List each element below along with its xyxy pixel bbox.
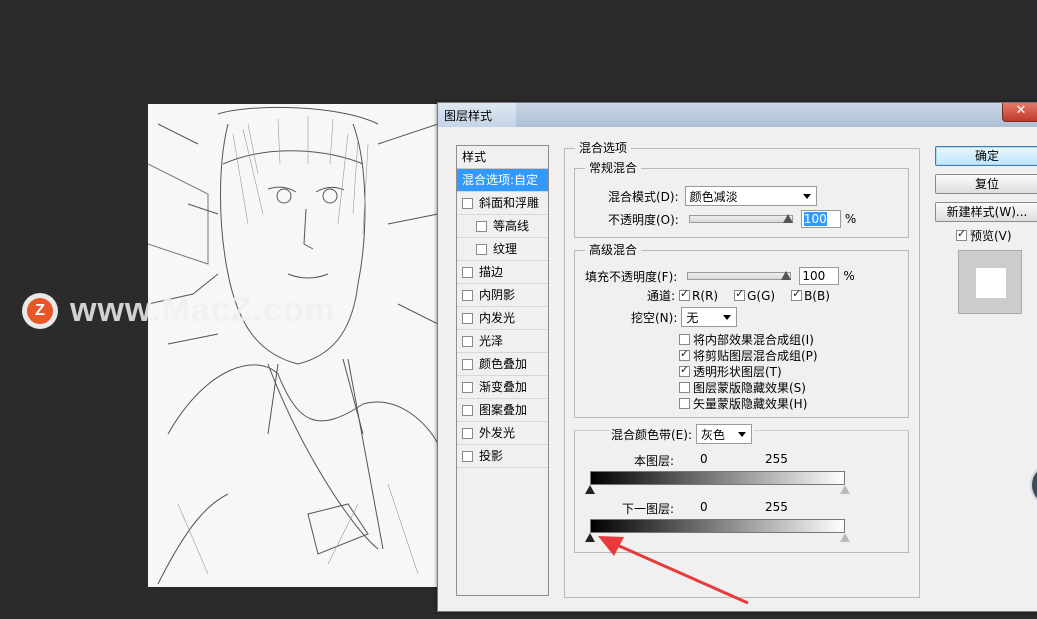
chevron-down-icon — [738, 432, 746, 437]
style-item-drop-shadow[interactable]: 投影 — [457, 445, 548, 468]
underlying-high-value: 255 — [765, 500, 788, 514]
channel-g-checkbox[interactable] — [734, 287, 746, 301]
fill-opacity-input[interactable]: 100 — [799, 267, 840, 285]
underlying-layer-gradient — [590, 519, 845, 533]
opacity-input[interactable]: 100 — [800, 210, 841, 228]
channel-b-label: B(B) — [804, 288, 830, 303]
style-item-bevel-emboss[interactable]: 斜面和浮雕 — [457, 192, 548, 215]
layer-mask-hides-effects-checkbox[interactable] — [679, 382, 690, 393]
color-overlay-checkbox[interactable] — [462, 358, 473, 370]
knockout-select[interactable]: 无 — [681, 307, 738, 327]
drop-shadow-checkbox[interactable] — [462, 450, 473, 462]
watermark: Z www.MacZ.com — [22, 291, 336, 330]
this-layer-black-slider[interactable] — [585, 485, 595, 494]
fill-opacity-percent: % — [843, 269, 855, 283]
close-button[interactable]: ✕ — [1002, 103, 1037, 122]
blend-mode-label: 混合模式(D): — [608, 189, 679, 204]
opacity-slider-thumb[interactable] — [782, 214, 793, 223]
this-layer-gradient — [590, 471, 845, 485]
transparency-shapes-checkbox[interactable] — [679, 363, 690, 377]
underlying-layer-label: 下一图层: — [622, 502, 675, 516]
underlying-low-value: 0 — [700, 500, 708, 514]
chevron-down-icon — [802, 194, 811, 199]
style-item-contour[interactable]: 等高线 — [457, 215, 548, 238]
fill-opacity-slider-thumb[interactable] — [781, 271, 792, 280]
preview-label: 预览(V) — [970, 229, 1012, 243]
underlying-white-slider[interactable] — [840, 533, 850, 542]
canvas-image — [148, 104, 438, 587]
chevron-down-icon — [723, 315, 732, 320]
blend-clipped-layers-checkbox[interactable] — [679, 347, 690, 361]
advanced-blending-title: 高级混合 — [585, 243, 642, 257]
channel-r-checkbox[interactable] — [679, 287, 691, 301]
satin-checkbox[interactable] — [462, 335, 473, 347]
gradient-overlay-checkbox[interactable] — [462, 381, 473, 393]
fill-opacity-label: 填充不透明度(F): — [585, 269, 678, 284]
channel-g-label: G(G) — [747, 288, 776, 303]
blend-mode-select[interactable]: 颜色减淡 — [684, 186, 817, 206]
general-blending-group: 常规混合 混合模式(D): 颜色减淡 不透明度(O): 100 % — [574, 161, 909, 238]
blend-options-title: 混合选项 — [575, 141, 632, 155]
reset-button[interactable]: 复位 — [935, 174, 1037, 194]
style-item-texture[interactable]: 纹理 — [457, 238, 548, 261]
style-item-blend-options[interactable]: 混合选项:自定 — [457, 169, 548, 192]
blend-if-select[interactable]: 灰色 — [696, 424, 752, 444]
watermark-logo: Z — [22, 292, 58, 329]
opacity-slider[interactable] — [688, 214, 793, 223]
style-item-gradient-overlay[interactable]: 渐变叠加 — [457, 376, 548, 399]
opacity-label: 不透明度(O): — [608, 212, 679, 227]
contour-checkbox[interactable] — [476, 220, 487, 232]
inner-shadow-checkbox[interactable] — [462, 289, 473, 301]
pattern-overlay-checkbox[interactable] — [462, 404, 473, 416]
blend-interior-effects-checkbox[interactable] — [679, 334, 690, 345]
ok-button[interactable]: 确定 — [935, 146, 1037, 166]
this-layer-label: 本图层: — [634, 454, 675, 468]
dialog-title: 图层样式 — [438, 103, 516, 127]
general-blending-title: 常规混合 — [585, 161, 642, 175]
texture-checkbox[interactable] — [476, 243, 487, 255]
sketch-portrait — [148, 106, 438, 585]
advanced-blending-group: 高级混合 填充不透明度(F): 100 % 通道: R(R) G(G) B(B)… — [574, 243, 909, 418]
inner-glow-checkbox[interactable] — [462, 312, 473, 324]
watermark-text: www.MacZ.com — [70, 291, 336, 329]
styles-list: 样式 混合选项:自定 斜面和浮雕 等高线 纹理 描边 内阴影 内发光 光泽 颜色… — [456, 145, 549, 596]
blend-if-group: 混合颜色带(E): 灰色 本图层: 0 255 下一图层: 0 255 — [574, 424, 909, 553]
style-item-pattern-overlay[interactable]: 图案叠加 — [457, 399, 548, 422]
channel-r-label: R(R) — [692, 288, 719, 303]
underlying-black-slider[interactable] — [585, 533, 595, 542]
style-preview-swatch — [958, 250, 1022, 314]
vector-mask-hides-effects-checkbox[interactable] — [679, 398, 690, 409]
knockout-label: 挖空(N): — [631, 310, 678, 325]
opacity-percent: % — [844, 212, 857, 226]
style-item-inner-glow[interactable]: 内发光 — [457, 307, 548, 330]
new-style-button[interactable]: 新建样式(W)... — [935, 202, 1037, 222]
channel-b-checkbox[interactable] — [791, 287, 803, 301]
this-layer-low-value: 0 — [700, 452, 708, 466]
style-item-color-overlay[interactable]: 颜色叠加 — [457, 353, 548, 376]
stroke-checkbox[interactable] — [462, 266, 473, 278]
this-layer-white-slider[interactable] — [840, 485, 850, 494]
layer-style-dialog: 图层样式 ✕ 样式 混合选项:自定 斜面和浮雕 等高线 纹理 描边 内阴影 内发… — [437, 102, 1037, 612]
fill-opacity-slider[interactable] — [687, 271, 792, 280]
this-layer-high-value: 255 — [765, 452, 788, 466]
style-item-satin[interactable]: 光泽 — [457, 330, 548, 353]
outer-glow-checkbox[interactable] — [462, 427, 473, 439]
style-item-inner-shadow[interactable]: 内阴影 — [457, 284, 548, 307]
style-item-stroke[interactable]: 描边 — [457, 261, 548, 284]
blend-options-group: 混合选项 常规混合 混合模式(D): 颜色减淡 不透明度(O): 100 % 高… — [564, 141, 920, 598]
dialog-titlebar[interactable]: 图层样式 ✕ — [438, 103, 1037, 127]
style-item-outer-glow[interactable]: 外发光 — [457, 422, 548, 445]
preview-checkbox[interactable] — [956, 227, 967, 241]
bevel-emboss-checkbox[interactable] — [462, 197, 473, 209]
styles-header[interactable]: 样式 — [457, 146, 548, 169]
channels-label: 通道: — [647, 289, 676, 303]
blend-if-label: 混合颜色带(E): — [611, 427, 692, 442]
